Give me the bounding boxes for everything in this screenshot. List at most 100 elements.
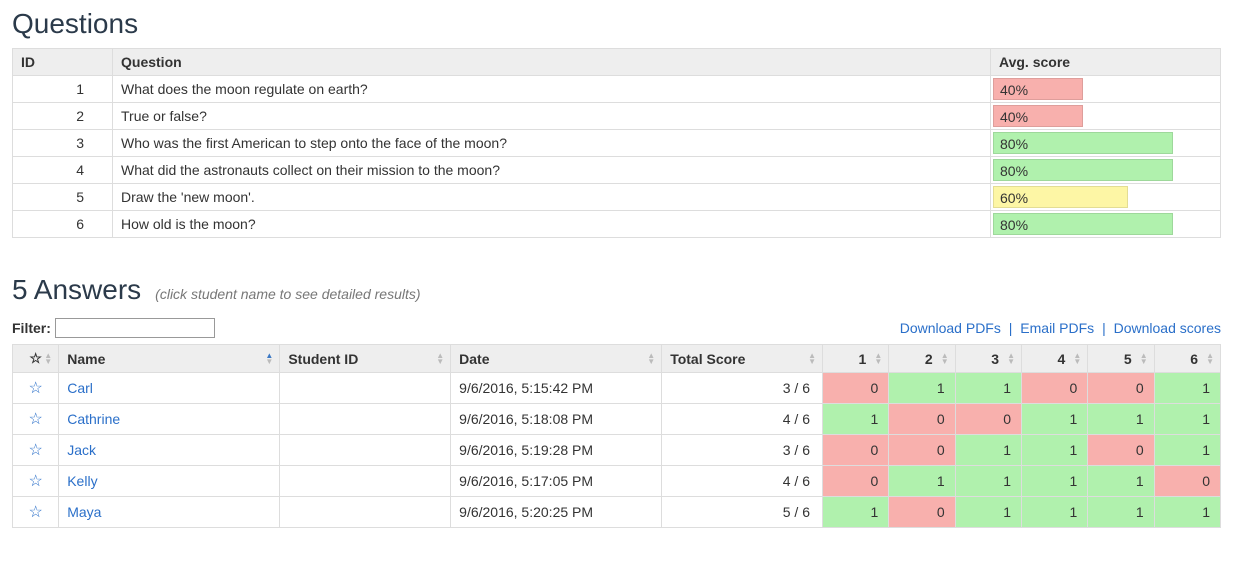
question-id: 1: [13, 76, 113, 103]
sort-icon: ▲▼: [808, 353, 816, 365]
col-q5[interactable]: 5▲▼: [1088, 345, 1154, 373]
score-cell-q3: 1: [955, 466, 1021, 497]
score-cell-q5: 1: [1088, 404, 1154, 435]
student-name-link[interactable]: Maya: [67, 504, 101, 520]
answers-heading: 5 Answers: [12, 274, 141, 306]
student-name-link[interactable]: Cathrine: [67, 411, 120, 427]
score-cell-q1: 0: [823, 435, 889, 466]
score-cell-q1: 0: [823, 466, 889, 497]
question-row: 2True or false?40%: [13, 103, 1221, 130]
col-q3[interactable]: 3▲▼: [955, 345, 1021, 373]
answer-row: ☆Jack9/6/2016, 5:19:28 PM3 / 6001101: [13, 435, 1221, 466]
answer-row: ☆Kelly9/6/2016, 5:17:05 PM4 / 6011110: [13, 466, 1221, 497]
sort-icon: ▲▼: [1073, 353, 1081, 365]
score-cell-q6: 0: [1154, 466, 1220, 497]
question-score-cell: 60%: [991, 184, 1221, 211]
total-score-cell: 4 / 6: [662, 404, 823, 435]
question-text: What does the moon regulate on earth?: [113, 76, 991, 103]
col-student-id[interactable]: Student ID▲▼: [280, 345, 451, 373]
question-score-cell: 80%: [991, 157, 1221, 184]
total-score-cell: 3 / 6: [662, 435, 823, 466]
col-date[interactable]: Date▲▼: [451, 345, 662, 373]
link-separator: |: [1098, 320, 1110, 336]
col-name[interactable]: Name▲▼: [59, 345, 280, 373]
student-id-cell: [280, 435, 451, 466]
download-scores-link[interactable]: Download scores: [1114, 320, 1221, 336]
question-row: 6How old is the moon?80%: [13, 211, 1221, 238]
action-links: Download PDFs | Email PDFs | Download sc…: [900, 320, 1221, 336]
student-name-link[interactable]: Kelly: [67, 473, 97, 489]
student-name-link[interactable]: Carl: [67, 380, 93, 396]
star-toggle[interactable]: ☆: [13, 466, 59, 497]
score-bar: 80%: [993, 159, 1173, 181]
score-cell-q3: 1: [955, 497, 1021, 528]
date-cell: 9/6/2016, 5:20:25 PM: [451, 497, 662, 528]
star-toggle[interactable]: ☆: [13, 435, 59, 466]
col-avg-score: Avg. score: [991, 49, 1221, 76]
student-id-cell: [280, 466, 451, 497]
score-cell-q4: 0: [1021, 373, 1087, 404]
score-cell-q4: 1: [1021, 435, 1087, 466]
question-text: Draw the 'new moon'.: [113, 184, 991, 211]
score-cell-q6: 1: [1154, 404, 1220, 435]
col-question: Question: [113, 49, 991, 76]
star-toggle[interactable]: ☆: [13, 373, 59, 404]
col-q4[interactable]: 4▲▼: [1021, 345, 1087, 373]
sort-icon: ▲▼: [941, 353, 949, 365]
score-cell-q1: 0: [823, 373, 889, 404]
star-toggle[interactable]: ☆: [13, 404, 59, 435]
col-star[interactable]: ☆▲▼: [13, 345, 59, 373]
date-cell: 9/6/2016, 5:19:28 PM: [451, 435, 662, 466]
score-cell-q5: 1: [1088, 497, 1154, 528]
email-pdfs-link[interactable]: Email PDFs: [1020, 320, 1094, 336]
total-score-cell: 4 / 6: [662, 466, 823, 497]
score-cell-q3: 0: [955, 404, 1021, 435]
score-cell-q2: 1: [889, 373, 955, 404]
score-cell-q6: 1: [1154, 435, 1220, 466]
question-text: What did the astronauts collect on their…: [113, 157, 991, 184]
question-score-cell: 80%: [991, 211, 1221, 238]
score-cell-q1: 1: [823, 497, 889, 528]
question-row: 3Who was the first American to step onto…: [13, 130, 1221, 157]
col-q6[interactable]: 6▲▼: [1154, 345, 1220, 373]
sort-icon: ▲▼: [1007, 353, 1015, 365]
score-bar: 80%: [993, 132, 1173, 154]
filter-input[interactable]: [55, 318, 215, 338]
col-total[interactable]: Total Score▲▼: [662, 345, 823, 373]
sort-icon: ▲▼: [436, 353, 444, 365]
student-name-cell: Carl: [59, 373, 280, 404]
score-cell-q4: 1: [1021, 497, 1087, 528]
question-id: 3: [13, 130, 113, 157]
question-id: 6: [13, 211, 113, 238]
score-cell-q4: 1: [1021, 466, 1087, 497]
student-id-cell: [280, 404, 451, 435]
student-name-cell: Maya: [59, 497, 280, 528]
score-cell-q2: 0: [889, 404, 955, 435]
student-name-link[interactable]: Jack: [67, 442, 96, 458]
answer-row: ☆Cathrine9/6/2016, 5:18:08 PM4 / 6100111: [13, 404, 1221, 435]
score-bar: 40%: [993, 78, 1083, 100]
score-cell-q2: 0: [889, 497, 955, 528]
student-name-cell: Jack: [59, 435, 280, 466]
col-q1[interactable]: 1▲▼: [823, 345, 889, 373]
score-cell-q6: 1: [1154, 497, 1220, 528]
score-cell-q2: 0: [889, 435, 955, 466]
student-name-cell: Kelly: [59, 466, 280, 497]
sort-icon: ▲▼: [44, 353, 52, 365]
sort-icon: ▲▼: [265, 353, 273, 365]
star-toggle[interactable]: ☆: [13, 497, 59, 528]
link-separator: |: [1005, 320, 1017, 336]
questions-heading: Questions: [12, 8, 1221, 40]
sort-icon: ▲▼: [1140, 353, 1148, 365]
question-score-cell: 40%: [991, 103, 1221, 130]
col-q2[interactable]: 2▲▼: [889, 345, 955, 373]
answers-hint: (click student name to see detailed resu…: [155, 286, 420, 302]
score-cell-q1: 1: [823, 404, 889, 435]
col-id: ID: [13, 49, 113, 76]
sort-icon: ▲▼: [647, 353, 655, 365]
question-id: 4: [13, 157, 113, 184]
student-id-cell: [280, 497, 451, 528]
question-score-cell: 80%: [991, 130, 1221, 157]
question-row: 5Draw the 'new moon'.60%: [13, 184, 1221, 211]
download-pdfs-link[interactable]: Download PDFs: [900, 320, 1001, 336]
